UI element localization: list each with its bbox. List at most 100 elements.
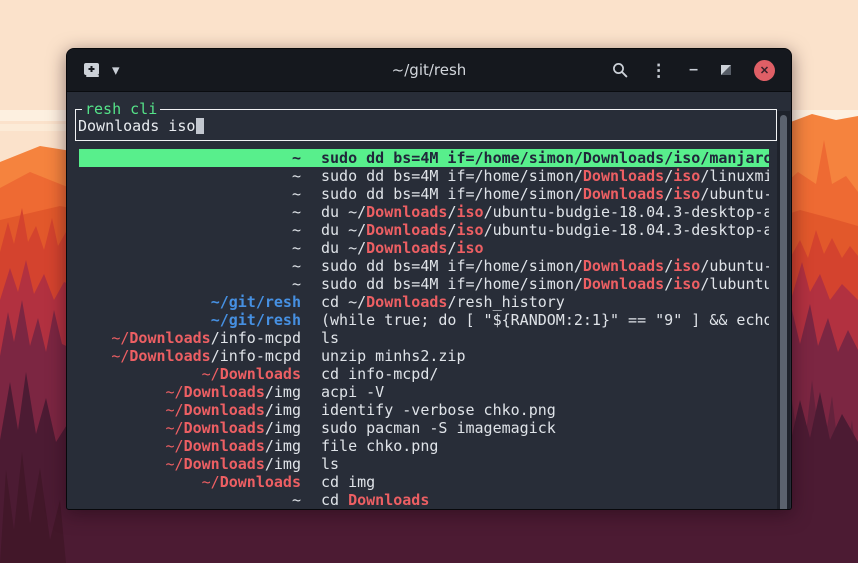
history-row-command: (while true; do [ "${RANDOM:2:1}" == "9"… [321,311,769,329]
history-row-path: ~/Downloads/img [79,419,301,437]
column-gap [301,473,321,491]
history-row[interactable]: ~/Downloads/img sudo pacman -S imagemagic… [79,419,769,437]
column-gap [301,491,321,509]
history-row-path: ~ [79,167,301,185]
history-row-path: ~ [79,221,301,239]
terminal-window: ▾ ~/git/resh ⋮ – [66,48,792,510]
history-row-command: cd Downloads [321,491,429,509]
search-button[interactable] [612,62,628,78]
kebab-menu-icon: ⋮ [650,62,667,79]
history-row[interactable]: ~/Downloads/info-mcpd unzip minhs2.zip [79,347,769,365]
column-gap [301,401,321,419]
history-row-path: ~/Downloads/info-mcpd [79,329,301,347]
history-row-command: ls [321,455,339,473]
history-row-path: ~ [79,203,301,221]
history-row[interactable]: ~ cd Downloads [79,491,769,509]
search-box-label: resh cli [82,100,160,118]
column-gap [301,365,321,383]
history-row[interactable]: ~/Downloadscd img [79,473,769,491]
history-row-command: du ~/Downloads/iso/ubuntu-budgie-18.04.3… [321,203,769,221]
history-row[interactable]: ~ du ~/Downloads/iso [79,239,769,257]
tab-dropdown-button[interactable]: ▾ [112,63,120,78]
column-gap [301,329,321,347]
history-row-path: ~/Downloads/img [79,383,301,401]
column-gap [301,437,321,455]
history-row[interactable]: ~/Downloads/img acpi -V [79,383,769,401]
history-row-command: sudo pacman -S imagemagick [321,419,556,437]
history-row-path: ~/Downloads/info-mcpd [79,347,301,365]
column-gap [301,347,321,365]
column-gap [301,239,321,257]
history-row-path: ~/Downloads/img [79,437,301,455]
history-list: ~ sudo dd bs=4M if=/home/simon/Downloads/… [79,149,769,509]
history-row-command: du ~/Downloads/iso/ubuntu-budgie-18.04.3… [321,221,769,239]
history-row[interactable]: ~/git/resh cd ~/Downloads/resh_history [79,293,769,311]
history-row-path: ~/git/resh [79,293,301,311]
history-row-path: ~/Downloads/img [79,455,301,473]
history-row-path: ~/git/resh [79,311,301,329]
history-row-command: sudo dd bs=4M if=/home/simon/Downloads/i… [321,275,769,293]
history-row-command: cd ~/Downloads/resh_history [321,293,565,311]
history-row-command: sudo dd bs=4M if=/home/simon/Downloads/i… [321,185,769,203]
text-cursor [196,118,204,134]
history-row[interactable]: ~/Downloads/img identify -verbose chko.pn… [79,401,769,419]
history-row[interactable]: ~/Downloads cd info-mcpd/ [79,365,769,383]
column-gap [301,293,321,311]
menu-button[interactable]: ⋮ [650,62,667,79]
column-gap [301,149,321,167]
close-icon: ✕ [760,64,769,77]
history-row-command: cd info-mcpd/ [321,365,438,383]
search-input[interactable]: Downloads iso [76,110,776,135]
restore-icon [720,64,732,76]
history-row-path: ~/Downloads/img [79,401,301,419]
history-row[interactable]: ~/Downloads/img ls [79,455,769,473]
minimize-icon: – [689,62,698,78]
history-row[interactable]: ~ sudo dd bs=4M if=/home/simon/Downloads/… [79,257,769,275]
scrollbar-track[interactable] [777,111,790,510]
close-button[interactable]: ✕ [754,60,775,81]
history-row[interactable]: ~ du ~/Downloads/iso/ubuntu-budgie-18.04.… [79,203,769,221]
terminal-content[interactable]: resh cli Downloads iso ~ sudo dd bs=4M if… [67,109,791,510]
column-gap [301,311,321,329]
restore-button[interactable] [720,64,732,76]
new-tab-button[interactable] [83,62,102,78]
search-query-text: Downloads iso [78,117,195,135]
minimize-button[interactable]: – [689,62,698,78]
history-row-selected[interactable]: ~sudo dd bs=4M if=/home/simon/Downloads/… [79,149,769,167]
history-row-command: sudo dd bs=4M if=/home/simon/Downloads/i… [321,167,769,185]
history-row-path: ~ [79,275,301,293]
scrollbar-thumb[interactable] [780,115,787,510]
history-row[interactable]: ~ du ~/Downloads/iso/ubuntu-budgie-18.04.… [79,221,769,239]
history-row[interactable]: ~ sudo dd bs=4M if=/home/simon/Downloads/… [79,275,769,293]
history-row-path: ~ [79,149,301,167]
history-row[interactable]: ~/Downloads/info-mcpd ls [79,329,769,347]
column-gap [301,185,321,203]
history-row[interactable]: ~ sudo dd bs=4M if=/home/simon/Downloads/… [79,185,769,203]
chevron-down-icon: ▾ [112,63,120,78]
history-row-command: unzip minhs2.zip [321,347,466,365]
history-row-path: ~ [79,185,301,203]
history-row[interactable]: ~/git/resh (while true; do [ "${RANDOM:2:… [79,311,769,329]
column-gap [301,275,321,293]
history-row-command: du ~/Downloads/iso [321,239,484,257]
history-row-command: acpi -V [321,383,384,401]
history-row-command: file chko.png [321,437,438,455]
history-row[interactable]: ~/Downloads/img file chko.png [79,437,769,455]
history-row-command: identify -verbose chko.png [321,401,556,419]
column-gap [301,221,321,239]
resh-search-box[interactable]: resh cli Downloads iso [75,109,777,141]
titlebar[interactable]: ▾ ~/git/resh ⋮ – [67,49,791,92]
history-row-command: ls [321,329,339,347]
history-row-command: sudo dd bs=4M if=/home/simon/Downloads/i… [321,257,769,275]
history-row-path: ~/Downloads [79,365,301,383]
column-gap [301,203,321,221]
search-icon [612,62,628,78]
column-gap [301,419,321,437]
history-row-path: ~ [79,491,301,509]
history-row-path: ~ [79,257,301,275]
column-gap [301,167,321,185]
column-gap [301,257,321,275]
history-row[interactable]: ~ sudo dd bs=4M if=/home/simon/Downloads/… [79,167,769,185]
history-row-path: ~/Downloads [79,473,301,491]
history-row-path: ~ [79,239,301,257]
